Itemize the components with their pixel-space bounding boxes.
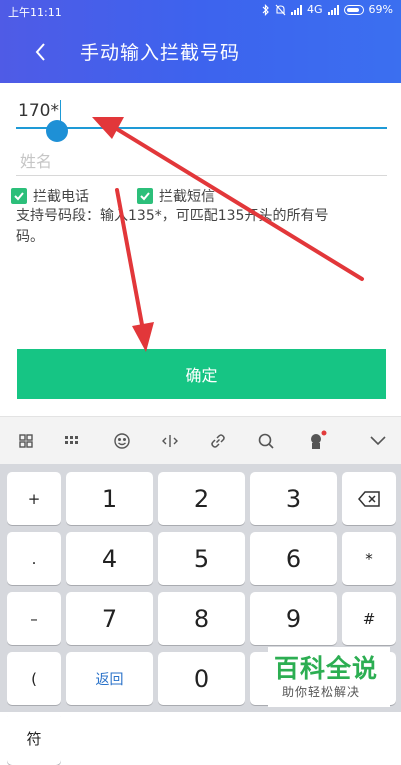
key-back[interactable]: 返回	[66, 652, 153, 705]
battery-percent: 69%	[368, 3, 393, 16]
bluetooth-icon	[262, 3, 269, 16]
watermark: 百科全说 助你轻松解决	[268, 647, 390, 707]
cursor-move-icon[interactable]	[158, 429, 182, 453]
name-input[interactable]: 姓名	[20, 148, 52, 172]
mute-bell-icon	[275, 4, 286, 15]
back-button[interactable]	[30, 38, 54, 66]
key-plus[interactable]: +	[7, 472, 61, 525]
key-hash[interactable]: #	[342, 592, 396, 645]
key-1[interactable]: 1	[66, 472, 153, 525]
status-bar: 上午11:11 4G 69%	[0, 0, 401, 24]
status-time: 上午11:11	[8, 6, 62, 19]
signal-icon-2	[327, 4, 339, 15]
hint-text: 支持号码段：输入135*，可匹配135开头的所有号 码。	[16, 206, 388, 248]
name-input-underline	[16, 175, 387, 176]
keyboard-icon[interactable]	[61, 429, 85, 453]
grid-menu-icon[interactable]	[14, 429, 38, 453]
delivery-icon[interactable]	[304, 429, 328, 453]
link-icon[interactable]	[206, 429, 230, 453]
app-header: 上午11:11 4G 69% 手动输入拦截号码	[0, 0, 401, 83]
checkbox-checked-icon	[137, 188, 153, 204]
number-input[interactable]: 170*	[18, 100, 61, 122]
network-type: 4G	[307, 3, 323, 16]
key-9[interactable]: 9	[250, 592, 337, 645]
watermark-brand: 百科全说	[274, 654, 379, 683]
key-4[interactable]: 4	[66, 532, 153, 585]
hint-line-2: 码。	[16, 229, 44, 245]
search-icon[interactable]	[254, 429, 278, 453]
watermark-slogan: 助你轻松解决	[282, 685, 361, 699]
page-title: 手动输入拦截号码	[80, 42, 241, 64]
number-input-underline	[16, 127, 387, 129]
backspace-icon	[358, 490, 380, 507]
block-calls-label: 拦截电话	[33, 189, 89, 205]
block-calls-checkbox[interactable]: 拦截电话	[11, 186, 89, 206]
key-6[interactable]: 6	[250, 532, 337, 585]
arrow-to-number-input	[92, 117, 364, 281]
cursor-handle[interactable]	[46, 120, 68, 142]
key-symbols[interactable]: 符	[7, 712, 61, 765]
chevron-left-icon	[35, 43, 45, 61]
text-caret	[59, 100, 61, 122]
status-icons: 4G 69%	[262, 3, 393, 16]
key-5[interactable]: 5	[158, 532, 245, 585]
key-7[interactable]: 7	[66, 592, 153, 645]
key-star[interactable]: *	[342, 532, 396, 585]
key-minus[interactable]: –	[7, 592, 61, 645]
key-paren[interactable]: (	[7, 652, 61, 705]
emoji-icon[interactable]	[110, 429, 134, 453]
key-0[interactable]: 0	[158, 652, 245, 705]
signal-icon	[291, 4, 303, 15]
key-8[interactable]: 8	[158, 592, 245, 645]
block-sms-checkbox[interactable]: 拦截短信	[137, 186, 215, 206]
block-sms-label: 拦截短信	[159, 189, 215, 205]
key-3[interactable]: 3	[250, 472, 337, 525]
keyboard-toolbar	[0, 416, 401, 465]
confirm-button[interactable]: 确定	[17, 349, 386, 399]
key-backspace[interactable]	[342, 472, 396, 525]
number-input-value: 170*	[18, 101, 59, 121]
hint-line-1: 支持号码段：输入135*，可匹配135开头的所有号	[16, 208, 329, 224]
chevron-down-icon[interactable]	[366, 429, 390, 453]
checkbox-checked-icon	[11, 188, 27, 204]
key-2[interactable]: 2	[158, 472, 245, 525]
key-dot[interactable]: .	[7, 532, 61, 585]
battery-icon	[343, 4, 364, 15]
